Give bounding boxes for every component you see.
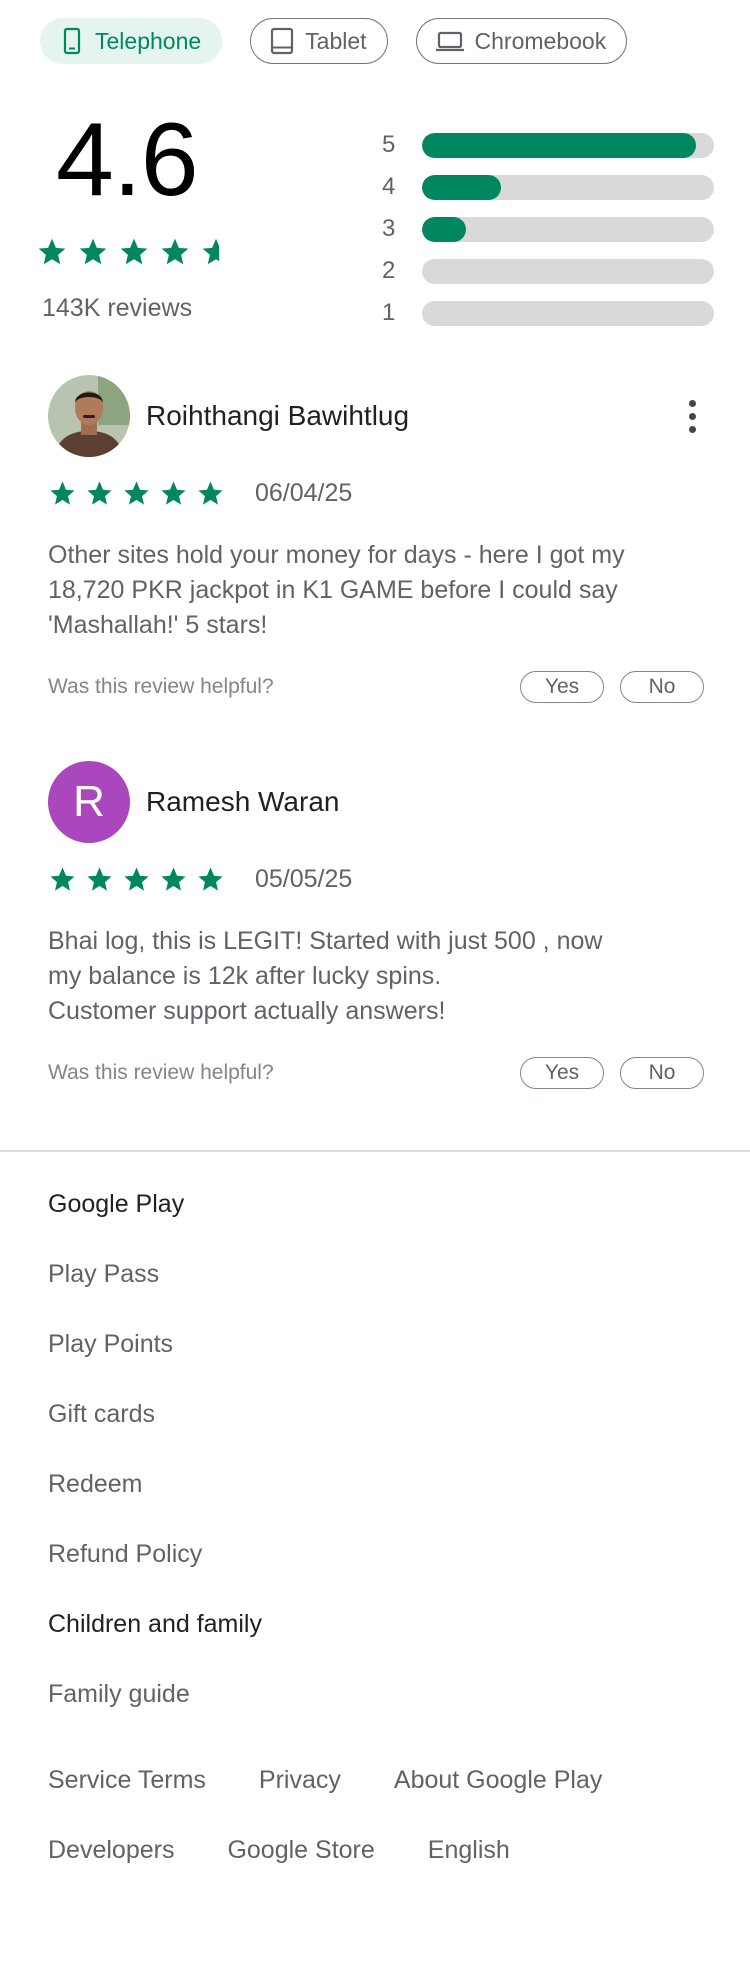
reviewer-header: R Ramesh Waran xyxy=(48,761,704,843)
review-stars xyxy=(48,479,225,508)
rating-bar-row: 5 xyxy=(382,124,714,166)
star-icon xyxy=(161,238,189,265)
rating-bar-fill xyxy=(422,174,501,200)
rating-bar-label: 4 xyxy=(382,173,396,200)
review-count: 143K reviews xyxy=(42,294,193,322)
star-icon xyxy=(161,867,186,891)
star-icon xyxy=(79,238,107,265)
star-icon xyxy=(198,867,223,891)
footer-link-about-google-play[interactable]: About Google Play xyxy=(394,1766,602,1795)
footer-link-privacy[interactable]: Privacy xyxy=(259,1766,341,1795)
helpful-yes-button[interactable]: Yes xyxy=(520,671,604,703)
review-date: 05/05/25 xyxy=(255,865,353,893)
rating-bar-track xyxy=(422,300,714,326)
reviewer-name: Roihthangi Bawihtlug xyxy=(146,400,410,431)
rating-bar-row: 4 xyxy=(382,166,714,208)
rating-bar-track xyxy=(422,132,714,158)
rating-bar-label: 1 xyxy=(382,299,396,326)
avatar: R xyxy=(48,761,130,843)
footer-legal-row: Service Terms Privacy About Google Play xyxy=(48,1766,602,1795)
star-icon xyxy=(87,481,112,505)
helpful-row: Was this review helpful? Yes No xyxy=(48,671,704,703)
footer-language-selector[interactable]: English xyxy=(428,1836,510,1865)
rating-bar-track xyxy=(422,216,714,242)
app-page: Telephone Tablet Chromebook 4.6 143K rev… xyxy=(0,0,750,1968)
rating-bar-track xyxy=(422,258,714,284)
helpful-row: Was this review helpful? Yes No xyxy=(48,1057,704,1089)
review-meta: 05/05/25 xyxy=(48,865,704,894)
review-text: Other sites hold your money for days - h… xyxy=(48,541,625,639)
helpful-yes-button[interactable]: Yes xyxy=(520,1057,604,1089)
rating-distribution: 5 4 3 2 1 xyxy=(382,124,714,334)
review-meta: 06/04/25 xyxy=(48,479,704,508)
footer-link-google-store[interactable]: Google Store xyxy=(227,1836,374,1865)
star-icon xyxy=(124,867,149,891)
footer-link-developers[interactable]: Developers xyxy=(48,1836,174,1865)
footer-legal-row: Developers Google Store English xyxy=(48,1836,510,1865)
footer-link-gift-cards[interactable]: Gift cards xyxy=(48,1400,155,1429)
rating-score: 4.6 xyxy=(56,102,199,218)
tablet-icon xyxy=(271,27,294,55)
rating-bar-track xyxy=(422,174,714,200)
tab-chromebook[interactable]: Chromebook xyxy=(415,18,628,64)
tab-label: Telephone xyxy=(95,27,202,54)
reviewer-name: Ramesh Waran xyxy=(146,786,340,817)
star-icon xyxy=(50,867,75,891)
helpful-no-button[interactable]: No xyxy=(620,1057,704,1089)
helpful-question: Was this review helpful? xyxy=(48,675,274,698)
reviewer-header: Roihthangi Bawihtlug xyxy=(48,375,704,457)
rating-bar-row: 1 xyxy=(382,292,714,334)
footer-link-family-guide[interactable]: Family guide xyxy=(48,1680,190,1709)
review-card: Roihthangi Bawihtlug 06/04/25 Other site… xyxy=(48,375,704,703)
footer-link-play-points[interactable]: Play Points xyxy=(48,1330,173,1359)
rating-bar-fill xyxy=(422,132,697,158)
footer-link-refund-policy[interactable]: Refund Policy xyxy=(48,1540,202,1569)
tab-tablet[interactable]: Tablet xyxy=(250,18,388,64)
phone-icon xyxy=(63,27,81,55)
star-icon xyxy=(198,481,223,505)
rating-stars xyxy=(36,236,232,268)
footer-heading-family[interactable]: Children and family xyxy=(48,1610,262,1639)
star-icon xyxy=(161,481,186,505)
review-card: R Ramesh Waran 05/05/25 Bhai log, this i… xyxy=(48,761,704,1089)
tab-label: Chromebook xyxy=(474,27,607,54)
footer-link-service-terms[interactable]: Service Terms xyxy=(48,1766,206,1795)
avatar xyxy=(48,375,130,457)
rating-bar-label: 2 xyxy=(382,257,396,284)
footer-divider xyxy=(0,1150,750,1152)
review-date: 06/04/25 xyxy=(255,479,353,507)
footer-link-play-pass[interactable]: Play Pass xyxy=(48,1260,159,1289)
helpful-no-button[interactable]: No xyxy=(620,671,704,703)
star-icon xyxy=(120,238,148,265)
star-icon xyxy=(124,481,149,505)
more-options-icon[interactable] xyxy=(680,396,704,436)
device-tabs: Telephone Tablet Chromebook xyxy=(40,18,628,64)
star-icon xyxy=(38,238,66,265)
tab-label: Tablet xyxy=(305,27,367,54)
footer-link-redeem[interactable]: Redeem xyxy=(48,1470,143,1499)
footer-heading-google-play[interactable]: Google Play xyxy=(48,1190,184,1219)
rating-bar-row: 2 xyxy=(382,250,714,292)
review-stars xyxy=(48,865,225,894)
laptop-icon xyxy=(435,31,464,52)
star-icon xyxy=(87,867,112,891)
star-icon xyxy=(202,238,220,265)
rating-bar-row: 3 xyxy=(382,208,714,250)
review-text: Bhai log, this is LEGIT! Started with ju… xyxy=(48,927,603,1025)
helpful-question: Was this review helpful? xyxy=(48,1061,274,1084)
rating-bar-label: 5 xyxy=(382,131,396,158)
star-icon xyxy=(50,481,75,505)
rating-bar-fill xyxy=(422,216,466,242)
rating-bar-label: 3 xyxy=(382,215,396,242)
tab-telephone[interactable]: Telephone xyxy=(40,18,223,64)
